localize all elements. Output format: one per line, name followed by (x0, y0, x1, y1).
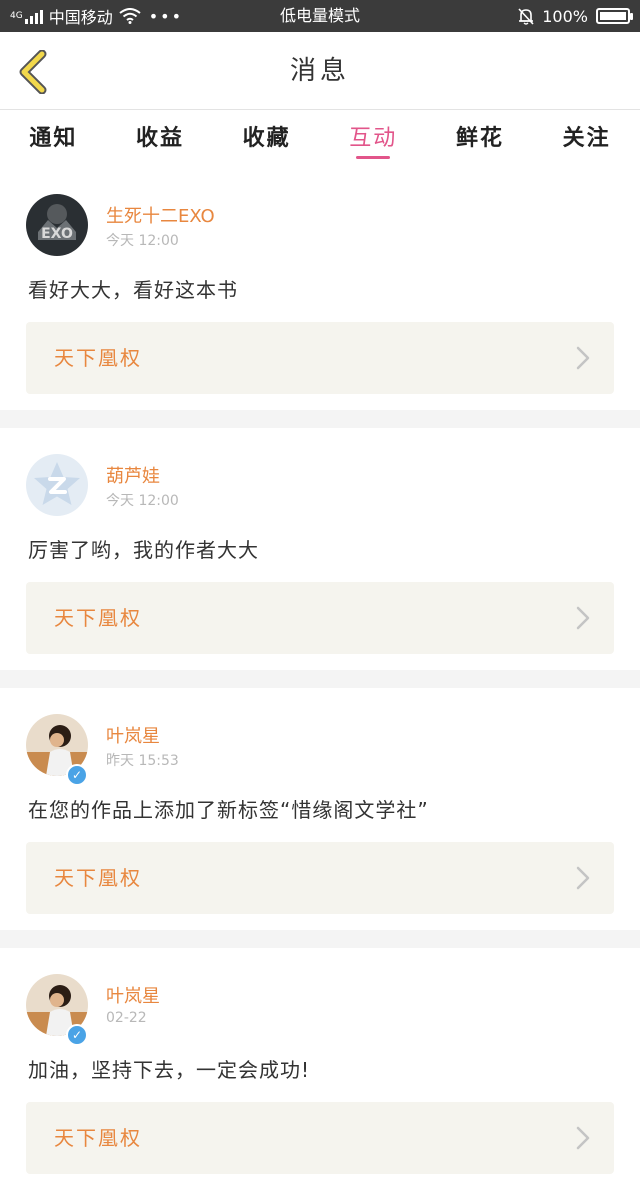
username[interactable]: 葫芦娃 (106, 462, 160, 488)
message-time: 今天 12:00 (106, 233, 179, 249)
message-text: 在您的作品上添加了新标签“惜缘阁文学社” (28, 798, 429, 822)
battery-percent: 100% (542, 6, 588, 26)
header: 消息 (0, 32, 640, 110)
tab-label: 通知 (29, 126, 78, 151)
book-link[interactable]: 天下凰权 (26, 322, 614, 394)
message-card: 葫芦娃 今天 12:00 厉害了哟，我的作者大大 天下凰权 (0, 428, 640, 670)
book-link[interactable]: 天下凰权 (26, 842, 614, 914)
book-title: 天下凰权 (54, 866, 142, 890)
page-title: 消息 (289, 56, 350, 86)
tab-label: 鲜花 (455, 126, 504, 151)
chevron-right-icon (576, 606, 590, 630)
message-card: ✓ 叶岚星 昨天 15:53 在您的作品上添加了新标签“惜缘阁文学社” 天下凰权 (0, 688, 640, 930)
section-divider (0, 410, 640, 428)
tab-label: 关注 (562, 126, 611, 151)
exo-avatar-icon[interactable]: EXO (26, 194, 88, 256)
default-z-avatar-icon[interactable] (26, 454, 88, 516)
username[interactable]: 生死十二EXO (106, 202, 215, 228)
book-title: 天下凰权 (54, 606, 142, 630)
tab-interactions[interactable]: 互动 (343, 120, 403, 159)
tab-notifications[interactable]: 通知 (23, 120, 83, 152)
message-time: 昨天 15:53 (106, 753, 179, 769)
message-text: 厉害了哟，我的作者大大 (28, 538, 259, 562)
svg-text:EXO: EXO (41, 226, 73, 242)
tab-favorites[interactable]: 收藏 (237, 120, 297, 152)
section-divider (0, 670, 640, 688)
status-right: 100% (516, 0, 633, 32)
section-divider (0, 930, 640, 948)
message-card: EXO 生死十二EXO 今天 12:00 看好大大，看好这本书 天下凰权 (0, 168, 640, 410)
tab-label: 收益 (135, 126, 184, 151)
message-list: EXO 生死十二EXO 今天 12:00 看好大大，看好这本书 天下凰权 葫芦娃… (0, 168, 640, 1190)
book-title: 天下凰权 (54, 1126, 142, 1150)
tab-follows[interactable]: 关注 (557, 120, 617, 152)
username[interactable]: 叶岚星 (106, 982, 160, 1008)
battery-fill (600, 12, 626, 20)
message-time: 02-22 (106, 1010, 147, 1026)
tab-bar: 通知 收益 收藏 互动 鲜花 关注 (0, 110, 640, 168)
verified-badge-icon: ✓ (66, 764, 88, 786)
message-time: 今天 12:00 (106, 493, 179, 509)
chevron-right-icon (576, 346, 590, 370)
status-bar: 4G 中国移动 ••• 低电量模式 100% (0, 0, 640, 32)
battery-icon (596, 8, 633, 24)
message-card: ✓ 叶岚星 02-22 加油，坚持下去，一定会成功! 天下凰权 (0, 948, 640, 1190)
chevron-right-icon (576, 866, 590, 890)
chevron-right-icon (576, 1126, 590, 1150)
tab-earnings[interactable]: 收益 (130, 120, 190, 152)
book-title: 天下凰权 (54, 346, 142, 370)
mute-bell-icon (518, 8, 534, 25)
message-text: 看好大大，看好这本书 (28, 278, 238, 302)
message-text: 加油，坚持下去，一定会成功! (28, 1058, 311, 1082)
tab-label: 互动 (349, 126, 398, 151)
book-link[interactable]: 天下凰权 (26, 582, 614, 654)
active-tab-indicator (356, 156, 391, 159)
verified-badge-icon: ✓ (66, 1024, 88, 1046)
username[interactable]: 叶岚星 (106, 722, 160, 748)
tab-label: 收藏 (242, 126, 291, 151)
book-link[interactable]: 天下凰权 (26, 1102, 614, 1174)
tab-flowers[interactable]: 鲜花 (450, 120, 510, 152)
